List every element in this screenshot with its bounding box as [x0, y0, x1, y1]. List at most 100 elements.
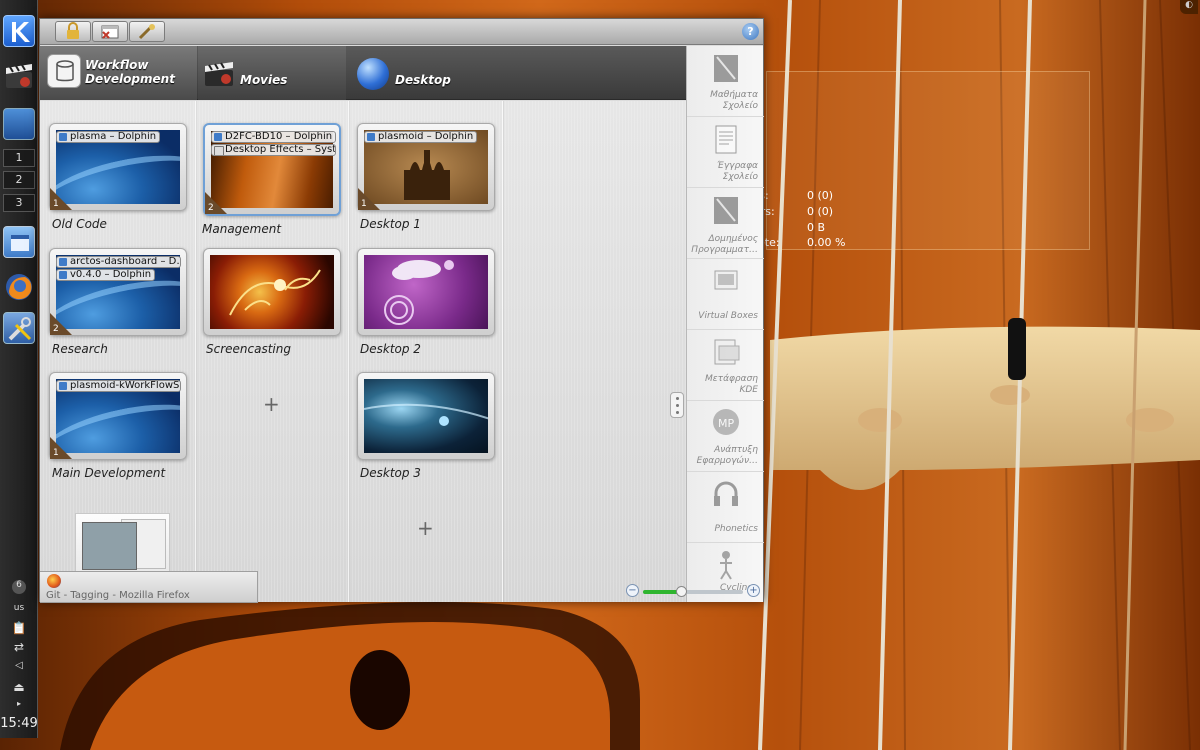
info-value: 0 B: [807, 221, 826, 234]
activity-item[interactable]: Cycling: [687, 543, 764, 614]
activity-item[interactable]: Phonetics: [687, 472, 764, 543]
window-tag[interactable]: Desktop Effects – Syste…: [211, 144, 336, 156]
activities-list: Μαθήματα Σχολείο Έγγραφα Σχολείο Δομημέν…: [686, 46, 764, 602]
book-icon: [711, 194, 741, 226]
book-icon: [711, 52, 741, 84]
left-panel: 1 2 3 6 us 📋 ⇄ ◁ ⏏ ▸ 15:49: [0, 0, 38, 738]
desktop-thumbnail-main-development[interactable]: plasmoid-kWorkFlowS… 1: [49, 372, 187, 460]
expand-tray-icon[interactable]: ▸: [9, 699, 29, 713]
volume-icon[interactable]: ◁: [9, 660, 29, 674]
figure-icon: [711, 549, 741, 581]
notifications-badge[interactable]: 6: [12, 580, 26, 594]
clapper-icon: [202, 56, 236, 90]
digital-clock[interactable]: 15:49: [0, 716, 38, 731]
desktop-thumbnail-screencasting[interactable]: [203, 248, 341, 336]
zoom-in-icon[interactable]: +: [747, 584, 760, 597]
device-notifier-icon[interactable]: ⏏: [9, 680, 29, 694]
window-count: 2: [208, 203, 214, 213]
window-count: 1: [53, 199, 59, 209]
window-count: 1: [53, 448, 59, 458]
virtualbox-icon: [711, 265, 741, 297]
activity-label: Ανάπτυξη Εφαρμογών…: [696, 445, 758, 466]
window-tag[interactable]: plasma – Dolphin: [56, 131, 161, 143]
desktop-label[interactable]: Main Development: [52, 466, 165, 480]
firefox-icon[interactable]: [3, 271, 35, 303]
zoom-out-icon[interactable]: −: [626, 584, 639, 597]
pager-desktop-2[interactable]: 2: [3, 171, 35, 189]
configure-icon[interactable]: [129, 21, 165, 42]
column-divider: [502, 101, 503, 602]
tab-desktop[interactable]: Desktop: [348, 46, 500, 100]
activity-label: Μαθήματα Σχολείο: [710, 90, 758, 111]
activity-item[interactable]: Μαθήματα Σχολείο: [687, 46, 764, 117]
desktop-thumbnail-desktop-2[interactable]: [357, 248, 495, 336]
show-desktop-icon[interactable]: [3, 108, 35, 140]
window-tag[interactable]: plasmoid-kWorkFlowS…: [56, 380, 181, 392]
activity-label: Έγγραφα Σχολείο: [716, 161, 758, 182]
tab-label-line1: Workflow: [85, 58, 149, 72]
activity-item[interactable]: Δομημένος Προγραμματ…: [687, 188, 764, 259]
desktop-label[interactable]: Desktop 2: [360, 342, 421, 356]
close-activity-icon[interactable]: [92, 21, 128, 42]
network-icon[interactable]: ⇄: [9, 640, 29, 654]
window-preview-thumbnail[interactable]: [75, 513, 170, 578]
panel-resize-handle[interactable]: [670, 392, 684, 418]
add-desktop-button[interactable]: +: [417, 516, 434, 540]
tab-label: Desktop: [395, 73, 451, 87]
kde-menu-icon[interactable]: [3, 15, 35, 47]
task-window-item[interactable]: Git - Tagging - Mozilla Firefox: [40, 571, 258, 603]
zoom-track[interactable]: [643, 586, 743, 597]
desktop-preview: [364, 379, 488, 453]
desktop-thumbnail-management[interactable]: D2FC-BD10 – Dolphin Desktop Effects – Sy…: [203, 123, 341, 216]
desktop-label[interactable]: Screencasting: [206, 342, 291, 356]
info-value: 0 (0): [807, 189, 834, 202]
keyboard-layout-indicator[interactable]: us: [9, 603, 29, 617]
add-desktop-button[interactable]: +: [263, 392, 280, 416]
desktop-thumbnail-research[interactable]: arctos-dashboard – D… v0.4.0 – Dolphin 2: [49, 248, 187, 336]
column-divider: [195, 101, 196, 602]
info-value: 0.00 %: [807, 236, 846, 248]
zoom-slider[interactable]: − +: [626, 584, 762, 598]
tools-icon[interactable]: [3, 312, 35, 344]
tab-label-line2: Development: [85, 72, 175, 86]
tab-movies[interactable]: Movies: [198, 46, 346, 100]
preview-screenshot: [82, 522, 137, 570]
desktop-thumbnail-old-code[interactable]: plasma – Dolphin 1: [49, 123, 187, 211]
lock-icon[interactable]: [55, 21, 91, 42]
task-window-title: Git - Tagging - Mozilla Firefox: [46, 590, 190, 601]
tab-label: Workflow Development: [85, 58, 175, 86]
tab-workflow-development[interactable]: Workflow Development: [40, 46, 197, 100]
help-button[interactable]: ?: [742, 23, 759, 40]
window-tag[interactable]: arctos-dashboard – D…: [56, 256, 181, 268]
window-tag[interactable]: plasmoid – Dolphin: [364, 131, 478, 143]
clipboard-icon[interactable]: 📋: [9, 621, 29, 635]
tab-label: Movies: [240, 73, 288, 87]
window-tag[interactable]: D2FC-BD10 – Dolphin: [211, 131, 336, 143]
pager-desktop-3[interactable]: 3: [3, 194, 35, 212]
pager-desktop-1[interactable]: 1: [3, 149, 35, 167]
activity-item[interactable]: MP Ανάπτυξη Εφαρμογών…: [687, 401, 764, 472]
database-icon: [47, 54, 81, 88]
desktop-preview: [210, 255, 334, 329]
activity-item[interactable]: Μετάφραση KDE: [687, 330, 764, 401]
desktop-label[interactable]: Management: [202, 222, 281, 236]
desktop-label[interactable]: Desktop 1: [360, 217, 421, 231]
translate-icon: [711, 336, 741, 368]
dolphin-icon[interactable]: [3, 226, 35, 258]
activity-tabs-bar: Workflow Development Movies Desktop: [40, 46, 686, 100]
activity-label: Μετάφραση KDE: [705, 374, 758, 395]
activity-item[interactable]: Έγγραφα Σχολείο: [687, 117, 764, 188]
activity-item[interactable]: Virtual Boxes: [687, 259, 764, 330]
desktop-label[interactable]: Research: [52, 342, 108, 356]
activity-label: Phonetics: [714, 524, 758, 534]
window-tag[interactable]: v0.4.0 – Dolphin: [56, 269, 156, 281]
mp-icon: MP: [711, 407, 741, 439]
desktop-thumbnail-desktop-3[interactable]: [357, 372, 495, 460]
movies-clapper-icon[interactable]: [3, 60, 35, 92]
desktop-thumbnail-desktop-1[interactable]: plasmoid – Dolphin 1: [357, 123, 495, 211]
desktop-label[interactable]: Old Code: [52, 217, 107, 231]
desktop-label[interactable]: Desktop 3: [360, 466, 421, 480]
svg-text:MP: MP: [718, 417, 734, 430]
zoom-handle[interactable]: [676, 586, 687, 597]
desktop-toolbox-button[interactable]: ◐: [1180, 0, 1198, 14]
